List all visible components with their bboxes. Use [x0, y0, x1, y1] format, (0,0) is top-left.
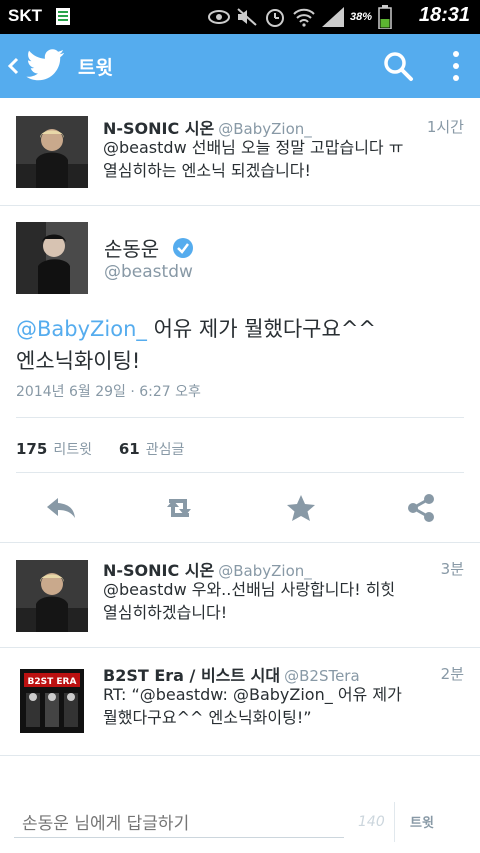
char-counter: 140 — [358, 814, 385, 830]
battery-percent: 38% — [349, 11, 372, 23]
main-text-line2: 엔소닉화이팅! — [16, 349, 141, 373]
status-bar: SKT 38% 18:31 — [0, 0, 480, 34]
main-author-handle[interactable]: @beastdw — [104, 262, 193, 282]
battery-icon — [378, 5, 392, 29]
retweet-stat[interactable]: 175 리트윗 — [16, 440, 92, 458]
tweet-time: 2분 — [440, 665, 464, 683]
status-icons: 38% — [207, 4, 392, 30]
back-arrow-icon[interactable] — [6, 50, 20, 82]
tweet-text-line: 열심히하는 엔소닉 되겠습니다! — [103, 161, 311, 180]
twitter-bird-icon[interactable] — [26, 48, 66, 82]
page-title: 트윗 — [78, 57, 113, 79]
favorite-stat[interactable]: 61 관심글 — [118, 440, 185, 458]
tweet-text-line: 뭘했다구요^^ 엔소닉화이팅!” — [103, 708, 312, 727]
reply-tweet[interactable]: B2ST ERA B2ST Era / 비스트 시대 @B2STera 2분 RT… — [0, 648, 480, 756]
tweet-button[interactable]: 트윗 — [410, 812, 434, 831]
tweet-text: RT: “@beastdw: @BabyZion_ 어유 제가 뭘했다구요^^ … — [103, 683, 463, 729]
tweet-text-line: @beastdw 선배님 오늘 정말 고맙습니다 ㅠ — [103, 138, 404, 157]
share-icon[interactable] — [404, 493, 438, 523]
favorite-label: 관심글 — [145, 442, 185, 458]
avatar[interactable] — [16, 116, 88, 188]
divider — [16, 417, 464, 418]
alarm-icon — [265, 9, 284, 27]
reply-icon[interactable] — [44, 493, 78, 523]
tweet-text-line: 열심히하겠습니다! — [103, 603, 228, 622]
sim-icon — [56, 8, 70, 25]
divider — [16, 472, 464, 473]
main-author-name[interactable]: 손동운 — [104, 233, 194, 262]
reply-tweet[interactable]: N-SONIC 시온 @BabyZion_ 3분 @beastdw 우와..선배님… — [0, 543, 480, 648]
verified-badge-icon — [172, 238, 193, 258]
tweet-text-line: RT: “@beastdw: @BabyZion_ 어유 제가 — [103, 685, 402, 704]
divider — [0, 755, 480, 756]
retweet-count: 175 — [16, 440, 48, 458]
avatar-logo-text: B2ST ERA — [28, 677, 77, 687]
favorite-star-icon[interactable] — [284, 493, 318, 523]
signal-icon — [321, 7, 344, 27]
main-tweet-text: @BabyZion_ 어유 제가 뭘했다구요^^ 엔소닉화이팅! — [16, 313, 466, 377]
wifi-icon — [293, 8, 315, 27]
in-reply-to-tweet[interactable]: N-SONIC 시온 @BabyZion_ 1시간 @beastdw 선배님 오늘… — [0, 98, 480, 206]
tweet-time: 1시간 — [426, 118, 464, 136]
main-avatar[interactable] — [16, 222, 88, 294]
mute-icon — [237, 8, 257, 26]
divider — [0, 205, 480, 206]
reply-bar: 140 트윗 — [0, 790, 480, 853]
reply-input[interactable] — [14, 810, 344, 838]
tweet-text: @beastdw 우와..선배님 사랑합니다! 히힛 열심히하겠습니다! — [103, 578, 463, 624]
tweet-timestamp: 2014년 6월 29일 · 6:27 오후 — [16, 384, 201, 400]
carrier-label: SKT — [8, 6, 42, 25]
avatar[interactable]: B2ST ERA — [16, 665, 88, 737]
retweet-label: 리트윗 — [53, 442, 92, 458]
action-bar: 트윗 — [0, 34, 480, 98]
overflow-menu-icon[interactable] — [448, 48, 464, 84]
tweet-text-line: @beastdw 우와..선배님 사랑합니다! 히힛 — [103, 580, 396, 599]
main-display-name: 손동운 — [104, 237, 160, 261]
mention-link[interactable]: @BabyZion_ — [16, 317, 147, 341]
clock: 18:31 — [418, 4, 470, 26]
retweet-icon[interactable] — [162, 493, 196, 523]
tweet-text: @beastdw 선배님 오늘 정말 고맙습니다 ㅠ 열심히하는 엔소닉 되겠습… — [103, 136, 463, 182]
main-text-rest: 어유 제가 뭘했다구요^^ — [146, 317, 377, 341]
favorite-count: 61 — [118, 440, 140, 458]
tweet-stats: 175 리트윗 61 관심글 — [16, 439, 184, 459]
eye-icon — [207, 10, 230, 24]
tweet-time: 3분 — [440, 560, 464, 578]
divider — [394, 802, 395, 842]
search-icon[interactable] — [382, 50, 414, 82]
avatar[interactable] — [16, 560, 88, 632]
